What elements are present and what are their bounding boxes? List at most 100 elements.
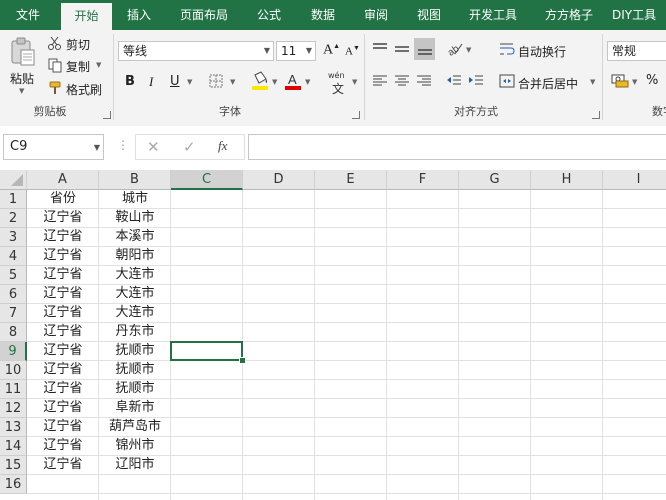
- table-cell[interactable]: [99, 475, 171, 494]
- alignment-launcher-icon[interactable]: [592, 111, 600, 119]
- column-header-a[interactable]: A: [27, 170, 99, 190]
- borders-dropdown-icon[interactable]: ▼: [230, 78, 235, 86]
- tab-view[interactable]: 视图: [406, 0, 452, 30]
- row-header-1[interactable]: 1: [0, 190, 27, 209]
- orientation-icon[interactable]: ab: [446, 39, 464, 57]
- table-cell[interactable]: 辽宁省: [27, 342, 99, 361]
- tab-data[interactable]: 数据: [300, 0, 346, 30]
- table-cell[interactable]: [27, 475, 99, 494]
- format-painter-button[interactable]: 格式刷: [66, 81, 102, 98]
- row-header-2[interactable]: 2: [0, 209, 27, 228]
- merge-dropdown-icon[interactable]: ▼: [590, 78, 595, 86]
- font-color-dropdown-icon[interactable]: ▼: [305, 78, 310, 86]
- row-header-3[interactable]: 3: [0, 228, 27, 247]
- row-header-14[interactable]: 14: [0, 437, 27, 456]
- align-left-icon[interactable]: [371, 73, 389, 89]
- table-cell[interactable]: 抚顺市: [99, 380, 171, 399]
- table-cell[interactable]: 鞍山市: [99, 209, 171, 228]
- decrease-font-size-button[interactable]: A▼: [345, 44, 360, 58]
- row-header-9[interactable]: 9: [0, 342, 27, 361]
- table-cell[interactable]: 锦州市: [99, 437, 171, 456]
- phonetic-dropdown-icon[interactable]: ▼: [352, 78, 357, 86]
- column-header-i[interactable]: I: [603, 170, 666, 190]
- more-options-icon[interactable]: ⋮: [117, 138, 129, 152]
- currency-dropdown-icon[interactable]: ▼: [632, 78, 637, 86]
- table-cell[interactable]: 辽宁省: [27, 228, 99, 247]
- formula-input[interactable]: [248, 134, 666, 160]
- table-cell[interactable]: 阜新市: [99, 399, 171, 418]
- merge-center-button[interactable]: 合并后居中: [518, 75, 578, 92]
- increase-font-size-button[interactable]: A▲: [323, 42, 340, 59]
- table-cell[interactable]: 辽宁省: [27, 437, 99, 456]
- tab-formulas[interactable]: 公式: [246, 0, 292, 30]
- borders-icon[interactable]: [208, 73, 224, 89]
- select-all-corner[interactable]: [0, 170, 27, 190]
- table-cell[interactable]: 大连市: [99, 304, 171, 323]
- row-header-15[interactable]: 15: [0, 456, 27, 475]
- table-cell[interactable]: 本溪市: [99, 228, 171, 247]
- table-cell[interactable]: 辽宁省: [27, 380, 99, 399]
- table-cell[interactable]: 辽宁省: [27, 247, 99, 266]
- font-name-select[interactable]: 等线 ▼: [118, 41, 274, 61]
- enter-icon[interactable]: ✓: [183, 138, 196, 156]
- underline-button[interactable]: U: [170, 74, 180, 89]
- clipboard-launcher-icon[interactable]: [103, 111, 111, 119]
- insert-function-button[interactable]: fx: [218, 137, 227, 155]
- align-bottom-icon[interactable]: [414, 38, 435, 60]
- row-header-13[interactable]: 13: [0, 418, 27, 437]
- table-cell[interactable]: 辽宁省: [27, 266, 99, 285]
- table-cell[interactable]: 葫芦岛市: [99, 418, 171, 437]
- table-cell[interactable]: 辽宁省: [27, 361, 99, 380]
- cancel-icon[interactable]: ✕: [147, 138, 160, 156]
- name-box[interactable]: C9 ▼: [3, 134, 104, 160]
- font-size-select[interactable]: 11 ▼: [276, 41, 316, 61]
- phonetic-guide-button[interactable]: wén 文: [328, 71, 345, 97]
- tab-developer[interactable]: 开发工具: [460, 0, 526, 30]
- tab-insert[interactable]: 插入: [114, 0, 164, 30]
- table-cell[interactable]: 抚顺市: [99, 361, 171, 380]
- column-header-f[interactable]: F: [387, 170, 459, 190]
- table-cell[interactable]: 辽宁省: [27, 418, 99, 437]
- copy-button[interactable]: 复制: [66, 58, 90, 75]
- column-header-e[interactable]: E: [315, 170, 387, 190]
- table-cell[interactable]: 辽宁省: [27, 209, 99, 228]
- tab-review[interactable]: 审阅: [353, 0, 399, 30]
- paste-icon[interactable]: [7, 36, 39, 68]
- row-header-6[interactable]: 6: [0, 285, 27, 304]
- fill-color-dropdown-icon[interactable]: ▼: [272, 78, 277, 86]
- table-cell[interactable]: 辽宁省: [27, 304, 99, 323]
- table-cell[interactable]: 辽宁省: [27, 285, 99, 304]
- column-header-c[interactable]: C: [171, 170, 243, 190]
- fill-color-icon[interactable]: [251, 71, 269, 91]
- align-right-icon[interactable]: [415, 73, 433, 89]
- tab-home[interactable]: 开始: [61, 3, 112, 30]
- bold-button[interactable]: B: [125, 74, 135, 89]
- row-header-5[interactable]: 5: [0, 266, 27, 285]
- row-header-8[interactable]: 8: [0, 323, 27, 342]
- table-cell[interactable]: 辽宁省: [27, 456, 99, 475]
- row-header-7[interactable]: 7: [0, 304, 27, 323]
- percent-button[interactable]: %: [646, 73, 658, 88]
- align-center-icon[interactable]: [393, 73, 411, 89]
- tab-fangfang[interactable]: 方方格子: [535, 0, 603, 30]
- number-format-select[interactable]: 常规: [607, 41, 666, 61]
- cut-button[interactable]: 剪切: [66, 36, 90, 53]
- row-header-11[interactable]: 11: [0, 380, 27, 399]
- table-cell[interactable]: 辽宁省: [27, 399, 99, 418]
- column-header-b[interactable]: B: [99, 170, 171, 190]
- header-cell[interactable]: 省份: [27, 190, 99, 209]
- underline-dropdown-icon[interactable]: ▼: [187, 78, 192, 86]
- italic-button[interactable]: I: [149, 74, 153, 90]
- orientation-dropdown-icon[interactable]: ▼: [466, 46, 471, 54]
- column-header-d[interactable]: D: [243, 170, 315, 190]
- column-header-g[interactable]: G: [459, 170, 531, 190]
- tab-page-layout[interactable]: 页面布局: [170, 0, 238, 30]
- row-header-12[interactable]: 12: [0, 399, 27, 418]
- table-cell[interactable]: 辽阳市: [99, 456, 171, 475]
- column-header-h[interactable]: H: [531, 170, 603, 190]
- table-cell[interactable]: 辽宁省: [27, 323, 99, 342]
- align-middle-icon[interactable]: [393, 40, 411, 58]
- align-top-icon[interactable]: [371, 40, 389, 58]
- paste-dropdown-icon[interactable]: ▼: [19, 87, 24, 95]
- header-cell[interactable]: 城市: [99, 190, 171, 209]
